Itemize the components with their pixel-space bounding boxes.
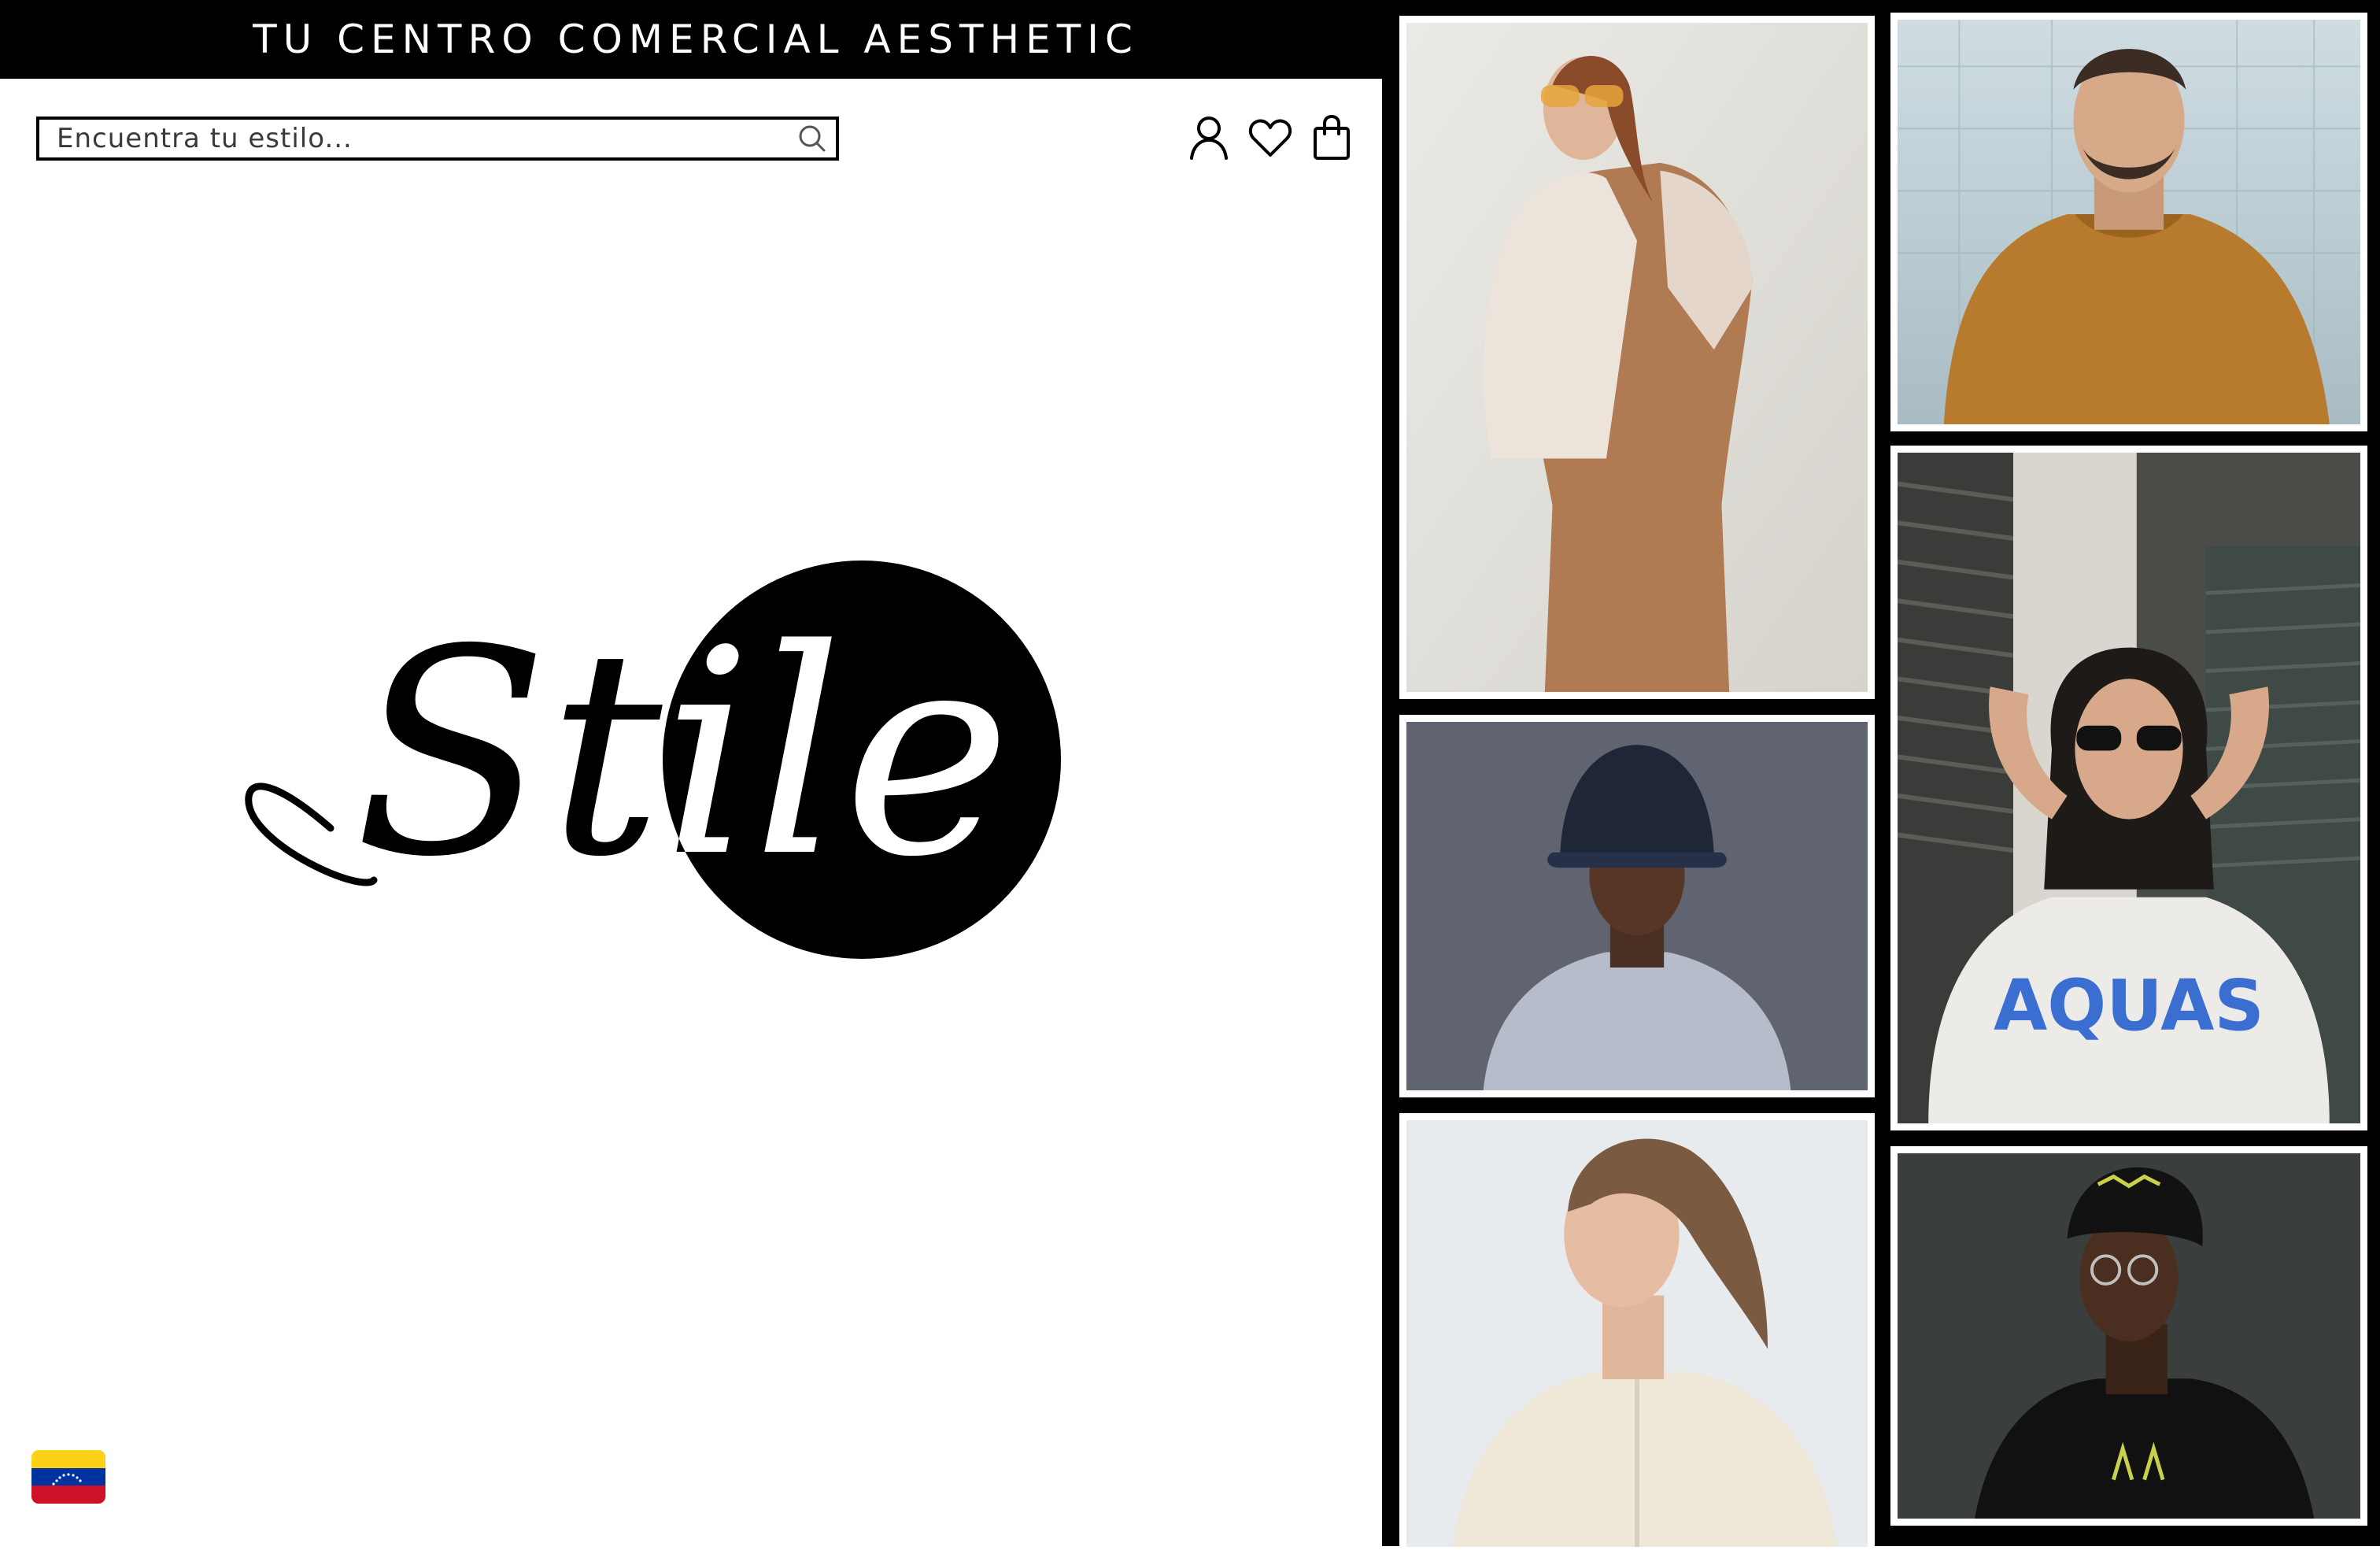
search-button[interactable] <box>789 120 836 157</box>
search-input[interactable] <box>39 120 789 157</box>
photo-collage: AQUAS <box>1382 0 2380 1554</box>
banner-title: TU CENTRO COMERCIAL AESTHETIC <box>253 17 1139 62</box>
search-bar <box>36 117 839 161</box>
svg-text:AQUAS: AQUAS <box>1994 965 2264 1047</box>
man-cap-glasses-photo[interactable] <box>1890 1146 2367 1526</box>
flag-stars <box>52 1473 82 1486</box>
search-icon <box>799 125 826 152</box>
brand-logo: Stile Stile <box>236 551 1070 968</box>
man-mustard-tshirt-photo[interactable] <box>1890 13 2367 431</box>
account-button[interactable] <box>1187 112 1231 164</box>
user-icon <box>1190 117 1228 160</box>
heart-icon <box>1248 119 1292 157</box>
woman-cream-cardigan-photo[interactable] <box>1399 1113 1875 1554</box>
logo-mark: Stile Stile <box>245 561 1061 959</box>
header-actions <box>1187 112 1354 164</box>
shopping-bag-icon <box>1314 114 1350 160</box>
wishlist-button[interactable] <box>1248 112 1292 164</box>
woman-sunglasses-aquas-tshirt-photo[interactable]: AQUAS <box>1890 446 2367 1130</box>
woman-sunglasses-shirt-photo[interactable] <box>1399 16 1875 699</box>
venezuela-flag-icon[interactable] <box>31 1450 105 1504</box>
top-banner: TU CENTRO COMERCIAL AESTHETIC <box>0 0 1382 79</box>
cart-button[interactable] <box>1310 112 1354 164</box>
man-bucket-hat-photo[interactable] <box>1399 715 1875 1097</box>
